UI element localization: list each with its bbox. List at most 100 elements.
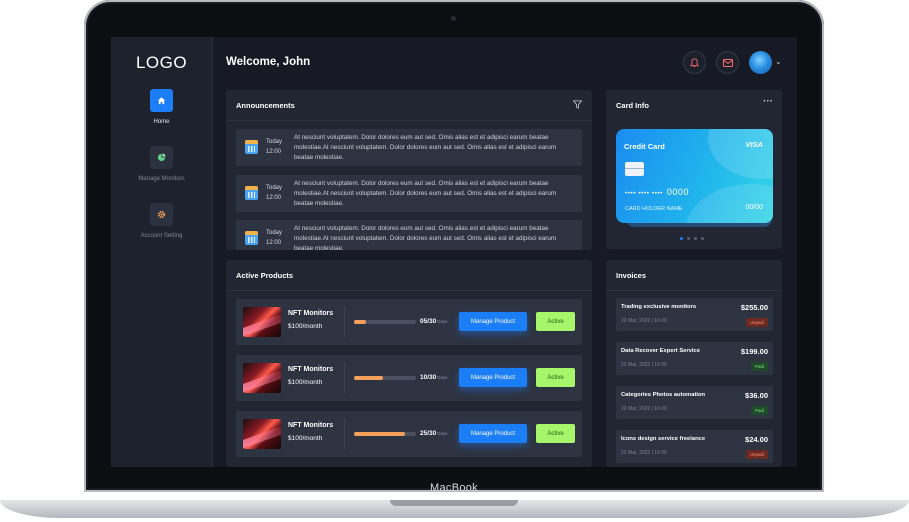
progress-count: 05/30Days — [420, 318, 448, 325]
laptop-notch — [390, 500, 518, 506]
product-price: $100/month — [288, 323, 323, 330]
page-title: Welcome, John — [226, 56, 311, 68]
pager-dot[interactable] — [687, 237, 690, 240]
card-decoration — [708, 129, 773, 179]
table-row: NFT Monitors $100/month 25/30Days Manage… — [236, 411, 582, 457]
logo: LOGO — [135, 53, 188, 72]
product-name: NFT Monitors — [288, 422, 334, 429]
gear-icon — [150, 203, 173, 226]
panel-title: Announcements — [236, 101, 295, 110]
divider — [344, 363, 345, 393]
card-holder: CARD HOLDER NAME — [625, 206, 683, 212]
list-item[interactable]: Today 12:00 At nesciunt voluptatem. Dolor… — [236, 175, 582, 212]
invoice-amount: $255.00 — [740, 303, 768, 312]
invoice-row[interactable]: Trading exclusive monitors 22 Mar, 2022 … — [616, 298, 773, 331]
card-title: Credit Card — [624, 142, 665, 151]
invoice-amount: $199.00 — [740, 347, 768, 356]
device-label: MacBook — [430, 482, 478, 494]
camera — [451, 16, 456, 21]
calendar-icon — [245, 140, 258, 154]
status-badge: Paid — [750, 406, 768, 415]
divider — [226, 290, 592, 291]
status-badge: Unpaid — [745, 450, 768, 459]
sidebar-item-account-setting[interactable]: Account Setting — [111, 203, 212, 239]
announcement-time: Today 12:00 — [266, 185, 283, 201]
pager-dot[interactable] — [680, 237, 683, 240]
messages-button[interactable] — [716, 51, 739, 74]
active-button[interactable]: Active — [536, 424, 575, 443]
panel-title: Invoices — [616, 271, 647, 280]
manage-product-button[interactable]: Manage Product — [459, 368, 527, 387]
carousel-pager[interactable] — [680, 237, 704, 240]
sidebar-item-home[interactable]: Home — [111, 89, 212, 125]
credit-card[interactable]: Credit Card VISA •••• •••• •••• 0000 CARD… — [616, 129, 773, 223]
progress-bar — [354, 320, 416, 324]
avatar[interactable] — [749, 51, 772, 74]
home-icon — [150, 89, 173, 112]
calendar-icon — [245, 186, 258, 200]
invoice-amount: $36.00 — [745, 391, 768, 400]
sidebar-item-label: Account Setting — [140, 233, 183, 239]
pager-dot[interactable] — [701, 237, 704, 240]
divider — [344, 307, 345, 337]
announcements-panel: Announcements Today 12:00 At nesciunt vol… — [226, 90, 592, 250]
more-options-icon[interactable]: ··· — [763, 96, 773, 107]
sidebar-item-manage-monitors[interactable]: Manage Monitors — [111, 146, 212, 182]
list-item[interactable]: Today 12:00 At nesciunt voluptatem. Dolor… — [236, 129, 582, 166]
invoice-name: Categories Photos automation — [621, 392, 706, 398]
calendar-icon — [245, 231, 258, 245]
pie-chart-icon — [150, 146, 173, 169]
product-thumbnail — [243, 307, 281, 337]
mail-icon — [722, 58, 733, 67]
product-thumbnail — [243, 363, 281, 393]
divider — [606, 290, 782, 291]
product-price: $100/month — [288, 379, 323, 386]
list-item[interactable]: Today 12:00 At nesciunt voluptatem. Dolor… — [236, 220, 582, 250]
announcement-time: Today 12:00 — [266, 139, 283, 155]
pager-dot[interactable] — [694, 237, 697, 240]
invoice-row[interactable]: Icons design service freelance 22 Mar, 2… — [616, 430, 773, 463]
invoice-name: Data Recover Expert Service — [621, 348, 700, 354]
filter-icon[interactable] — [573, 100, 582, 109]
product-name: NFT Monitors — [288, 310, 334, 317]
product-name: NFT Monitors — [288, 366, 334, 373]
active-products-panel: Active Products NFT Monitors $100/month … — [226, 260, 592, 467]
card-info-panel: Card Info ··· Credit Card VISA •••• ••••… — [606, 90, 782, 249]
manage-product-button[interactable]: Manage Product — [459, 312, 527, 331]
invoice-date: 22 Mar, 2022 | 16:00 — [621, 450, 667, 456]
chevron-down-icon[interactable]: ⌄ — [775, 57, 782, 66]
table-row: NFT Monitors $100/month 10/30Days Manage… — [236, 355, 582, 401]
notifications-button[interactable] — [683, 51, 706, 74]
card-number: •••• •••• •••• 0000 — [625, 187, 689, 197]
divider — [226, 120, 592, 121]
announcement-text: At nesciunt voluptatem. Dolor dolores eu… — [294, 225, 557, 250]
invoice-row[interactable]: Data Recover Expert Service 22 Mar, 2022… — [616, 342, 773, 375]
status-badge: Unpaid — [745, 318, 768, 327]
invoice-date: 22 Mar, 2022 | 16:00 — [621, 406, 667, 412]
sidebar-item-label: Home — [153, 119, 170, 125]
panel-title: Card Info — [616, 101, 649, 110]
announcement-time: Today 12:00 — [266, 230, 283, 246]
invoice-name: Icons design service freelance — [621, 436, 706, 442]
status-badge: Paid — [750, 362, 768, 371]
table-row: NFT Monitors $100/month 05/30Days Manage… — [236, 299, 582, 345]
active-button[interactable]: Active — [536, 368, 575, 387]
invoice-date: 22 Mar, 2022 | 16:00 — [621, 318, 667, 324]
divider — [344, 419, 345, 449]
invoices-panel: Invoices Trading exclusive monitors 22 M… — [606, 260, 782, 467]
product-thumbnail — [243, 419, 281, 449]
manage-product-button[interactable]: Manage Product — [459, 424, 527, 443]
progress-count: 10/30Days — [420, 374, 448, 381]
invoice-name: Trading exclusive monitors — [621, 304, 697, 310]
announcement-text: At nesciunt voluptatem. Dolor dolores eu… — [294, 180, 557, 207]
bell-icon — [690, 57, 699, 67]
progress-count: 25/30Days — [420, 430, 448, 437]
card-expiry: 00/00 — [745, 204, 763, 211]
invoice-row[interactable]: Categories Photos automation 22 Mar, 202… — [616, 386, 773, 419]
active-button[interactable]: Active — [536, 312, 575, 331]
progress-fill — [354, 376, 384, 380]
invoice-date: 22 Mar, 2022 | 16:00 — [621, 362, 667, 368]
sidebar-item-label: Manage Monitors — [138, 176, 185, 182]
panel-title: Active Products — [236, 271, 294, 280]
progress-bar — [354, 432, 416, 436]
